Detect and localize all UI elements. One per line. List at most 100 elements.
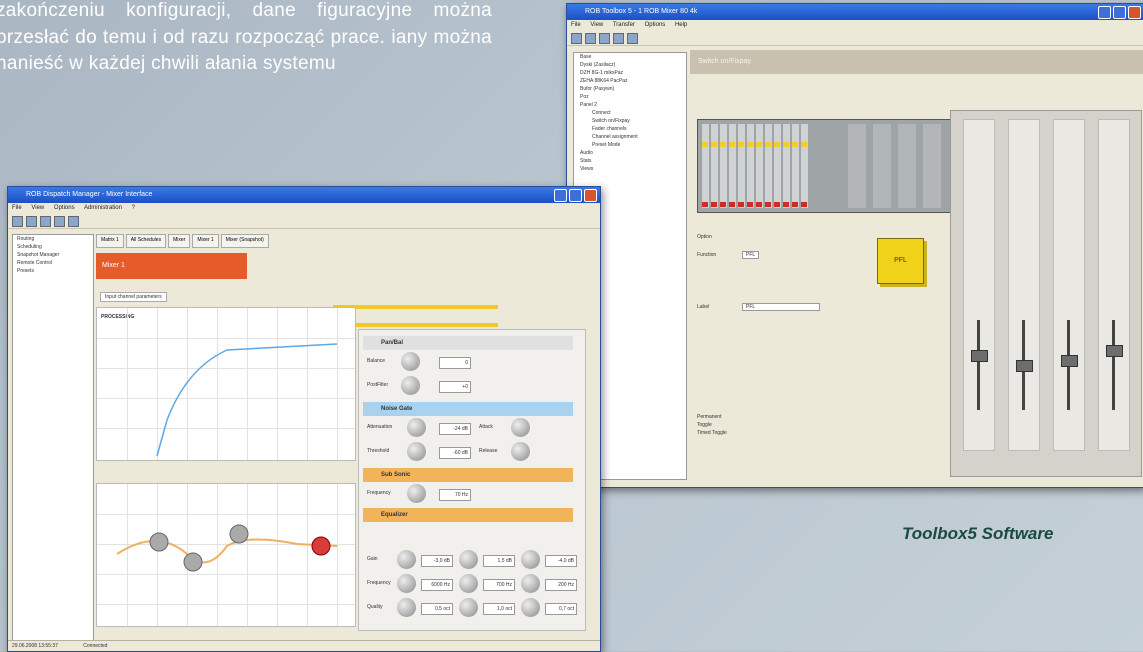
- menu-view[interactable]: View: [590, 22, 603, 28]
- tab-all-schedules[interactable]: All Schedules: [125, 234, 167, 248]
- gain-knob-1[interactable]: [397, 550, 416, 569]
- postfilter-knob[interactable]: [401, 376, 420, 395]
- menu-options[interactable]: Options: [645, 22, 666, 28]
- quality-value-1[interactable]: 0,5 oct: [421, 603, 453, 615]
- tab-mixer-snapshot[interactable]: Mixer (Snapshot): [220, 234, 269, 248]
- gain-knob-2[interactable]: [459, 550, 478, 569]
- tab-matrix-1[interactable]: Matrix 1: [96, 234, 124, 248]
- back-icon[interactable]: [12, 215, 23, 227]
- close-button[interactable]: [1128, 6, 1141, 19]
- settings-icon[interactable]: [627, 32, 638, 44]
- postfilter-label: PostFilter: [367, 382, 389, 388]
- menu-view[interactable]: View: [31, 205, 44, 211]
- attenuation-value[interactable]: -24 dB: [439, 423, 471, 435]
- gain-value-3[interactable]: -4,0 dB: [545, 555, 577, 567]
- release-knob[interactable]: [511, 442, 530, 461]
- minimize-button[interactable]: [554, 189, 567, 202]
- tree-item-routing[interactable]: Routing: [13, 235, 93, 243]
- quality-value-3[interactable]: 0,7 oct: [545, 603, 577, 615]
- attenuation-knob[interactable]: [407, 418, 426, 437]
- close-button[interactable]: [584, 189, 597, 202]
- save-icon[interactable]: [68, 215, 79, 227]
- maximize-button[interactable]: [1113, 6, 1126, 19]
- transfer-icon[interactable]: [613, 32, 624, 44]
- radio-timed-toggle[interactable]: Timed Toggle: [697, 430, 727, 436]
- tree-item[interactable]: Stats: [574, 157, 686, 165]
- section-pan[interactable]: Pan/Bal: [363, 336, 573, 350]
- mixer-banner: Mixer 1: [96, 253, 247, 279]
- tree-item[interactable]: Switch on/Fixpay: [574, 117, 686, 125]
- tab-mixer[interactable]: Mixer: [168, 234, 191, 248]
- open-icon[interactable]: [585, 32, 596, 44]
- section-sub-sonic[interactable]: Sub Sonic: [363, 468, 573, 482]
- eq-frequency-value-2[interactable]: 700 Hz: [483, 579, 515, 591]
- new-icon[interactable]: [571, 32, 582, 44]
- image-caption: Toolbox5 Software: [902, 524, 1054, 543]
- balance-label: Balance: [367, 358, 386, 364]
- refresh-icon[interactable]: [40, 215, 51, 227]
- section-noise-gate[interactable]: Noise Gate: [363, 402, 573, 416]
- tree-item[interactable]: Base: [574, 53, 686, 61]
- tree-item-snapshot[interactable]: Snapshot Manager: [13, 251, 93, 259]
- quality-knob-1[interactable]: [397, 598, 416, 617]
- threshold-value[interactable]: -60 dB: [439, 447, 471, 459]
- tree-item[interactable]: Preset Mode: [574, 141, 686, 149]
- tree-item[interactable]: Panel 2: [574, 101, 686, 109]
- menu-help[interactable]: ?: [132, 205, 135, 211]
- tree-item[interactable]: Fader channels: [574, 125, 686, 133]
- eq-frequency-knob-1[interactable]: [397, 574, 416, 593]
- menu-help[interactable]: Help: [675, 22, 687, 28]
- pfl-button[interactable]: PFL: [877, 238, 924, 284]
- radio-toggle[interactable]: Toggle: [697, 422, 712, 428]
- minimize-button[interactable]: [1098, 6, 1111, 19]
- menu-options[interactable]: Options: [54, 205, 75, 211]
- function-field[interactable]: PFL: [742, 251, 760, 259]
- tree-item[interactable]: Poz: [574, 93, 686, 101]
- maximize-button[interactable]: [569, 189, 582, 202]
- forward-icon[interactable]: [26, 215, 37, 227]
- grid-icon[interactable]: [54, 215, 65, 227]
- postfilter-value[interactable]: +0: [439, 381, 471, 393]
- quality-value-2[interactable]: 1,0 oct: [483, 603, 515, 615]
- tree-item[interactable]: Connect: [574, 109, 686, 117]
- save-icon[interactable]: [599, 32, 610, 44]
- eq-frequency-knob-2[interactable]: [459, 574, 478, 593]
- eq-frequency-knob-3[interactable]: [521, 574, 540, 593]
- gain-value-2[interactable]: 1,5 dB: [483, 555, 515, 567]
- threshold-knob[interactable]: [407, 442, 426, 461]
- mixer-overview[interactable]: [697, 119, 969, 213]
- label-field[interactable]: PFL: [742, 303, 820, 311]
- label-label: Label: [697, 304, 710, 310]
- gain-knob-3[interactable]: [521, 550, 540, 569]
- menu-administration[interactable]: Administration: [84, 205, 122, 211]
- frequency-knob[interactable]: [407, 484, 426, 503]
- balance-value[interactable]: 0: [439, 357, 471, 369]
- tab-mixer-1[interactable]: Mixer 1: [192, 234, 219, 248]
- menu-transfer[interactable]: Transfer: [613, 22, 635, 28]
- tree-item[interactable]: ZEHA 88K64 PacPaz: [574, 77, 686, 85]
- quality-knob-3[interactable]: [521, 598, 540, 617]
- tree-item[interactable]: DZH 8G-1 miksPaz: [574, 69, 686, 77]
- attack-knob[interactable]: [511, 418, 530, 437]
- tree-item[interactable]: Bufor (Pasywn): [574, 85, 686, 93]
- tree-item[interactable]: Channel assignment: [574, 133, 686, 141]
- subtab-input[interactable]: Input channel parameters: [100, 292, 167, 302]
- balance-knob[interactable]: [401, 352, 420, 371]
- tree-item[interactable]: Audio: [574, 149, 686, 157]
- tree-item[interactable]: Dyski (Zasilacz): [574, 61, 686, 69]
- intro-paragraph: zakończeniu konfiguracji, dane figuracyj…: [0, 0, 492, 74]
- quality-knob-2[interactable]: [459, 598, 478, 617]
- gain-value-1[interactable]: -3,0 dB: [421, 555, 453, 567]
- radio-permanent[interactable]: Permanent: [697, 414, 721, 420]
- tree-item-scheduling[interactable]: Scheduling: [13, 243, 93, 251]
- section-equalizer[interactable]: Equalizer: [363, 508, 573, 522]
- eq-frequency-value-3[interactable]: 200 Hz: [545, 579, 577, 591]
- tree-item[interactable]: Views: [574, 165, 686, 173]
- eq-graph: [96, 483, 356, 627]
- eq-frequency-value-1[interactable]: 6000 Hz: [421, 579, 453, 591]
- frequency-value[interactable]: 70 Hz: [439, 489, 471, 501]
- menu-file[interactable]: File: [12, 205, 22, 211]
- menu-file[interactable]: File: [571, 22, 581, 28]
- tree-item-presets[interactable]: Presets: [13, 267, 93, 275]
- tree-item-remote[interactable]: Remote Control: [13, 259, 93, 267]
